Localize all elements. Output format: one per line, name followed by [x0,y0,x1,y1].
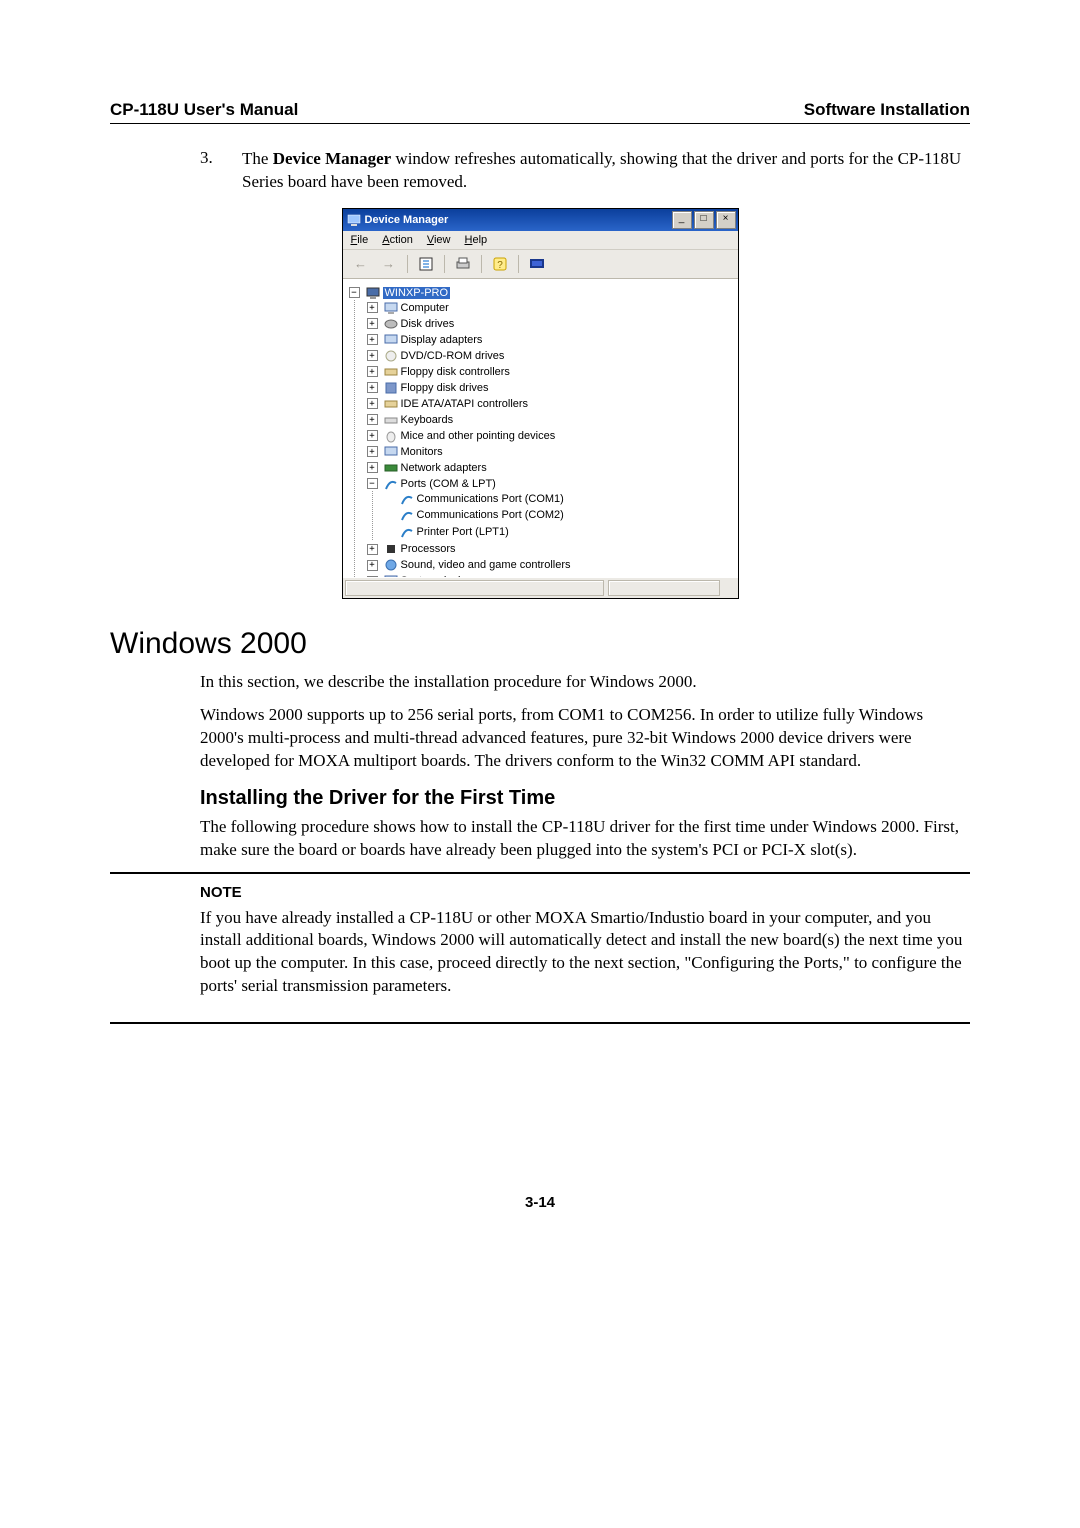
tree-item-disk[interactable]: +Disk drives [367,317,455,331]
toolbar: ← → ? [343,250,738,279]
tree-item-com2[interactable]: Communications Port (COM2) [385,508,564,522]
ports-icon [384,477,398,491]
computer-icon [384,301,398,315]
tree-item-system[interactable]: +System devices [367,574,478,577]
monitor-device-icon [384,445,398,459]
svg-text:?: ? [497,260,503,271]
port-icon [400,525,414,539]
step-text: The Device Manager window refreshes auto… [242,148,970,194]
network-icon [384,461,398,475]
page-number: 3-14 [110,1194,970,1211]
tree-item-network[interactable]: +Network adapters [367,461,487,475]
disk-icon [384,317,398,331]
tree-item-floppy-drives[interactable]: +Floppy disk drives [367,381,489,395]
ide-icon [384,397,398,411]
system-icon [384,574,398,577]
monitor-icon [347,213,361,227]
para-1: In this section, we describe the install… [200,671,970,694]
step-3: 3. The Device Manager window refreshes a… [200,148,970,194]
note-text: If you have already installed a CP-118U … [200,907,970,999]
tree-item-mice[interactable]: +Mice and other pointing devices [367,429,556,443]
keyboard-icon [384,413,398,427]
tree-item-computer[interactable]: +Computer [367,301,449,315]
processor-icon [384,542,398,556]
subsection-title: Installing the Driver for the First Time [200,787,970,810]
tree-item-lpt1[interactable]: Printer Port (LPT1) [385,525,509,539]
menubar: File Action View Help [343,231,738,250]
minimize-button[interactable]: _ [672,211,692,229]
step-number: 3. [200,148,242,194]
tree-item-floppy-controllers[interactable]: +Floppy disk controllers [367,365,510,379]
close-button[interactable]: × [716,211,736,229]
tree-item-dvd[interactable]: +DVD/CD-ROM drives [367,349,505,363]
computer-root-icon [366,286,380,300]
note-block: NOTE If you have already installed a CP-… [110,872,970,1025]
tree-item-ide[interactable]: +IDE ATA/ATAPI controllers [367,397,529,411]
page-header: CP-118U User's Manual Software Installat… [110,100,970,124]
tree-item-processors[interactable]: +Processors [367,542,456,556]
menu-file[interactable]: File [351,234,369,246]
tree-item-sound[interactable]: +Sound, video and game controllers [367,558,571,572]
print-icon[interactable] [451,253,475,275]
properties-icon[interactable] [414,253,438,275]
statusbar [343,577,738,598]
device-manager-window: Device Manager _ □ × File Action View He… [342,208,739,599]
mouse-icon [384,429,398,443]
menu-view[interactable]: View [427,234,451,246]
port-icon [400,492,414,506]
header-left: CP-118U User's Manual [110,100,298,120]
floppy-icon [384,381,398,395]
tree-item-ports[interactable]: −Ports (COM & LPT) [367,477,496,491]
tree-item-display[interactable]: +Display adapters [367,333,483,347]
maximize-button[interactable]: □ [694,211,714,229]
para-2: Windows 2000 supports up to 256 serial p… [200,704,970,773]
para-3: The following procedure shows how to ins… [200,816,970,862]
tree-item-monitors[interactable]: +Monitors [367,445,443,459]
forward-button: → [377,253,401,275]
back-button: ← [349,253,373,275]
display-icon [384,333,398,347]
tree-item-keyboards[interactable]: +Keyboards [367,413,454,427]
window-title: Device Manager [365,214,672,226]
scan-icon[interactable] [525,253,549,275]
note-label: NOTE [200,884,970,901]
menu-help[interactable]: Help [465,234,488,246]
header-right: Software Installation [804,100,970,120]
menu-action[interactable]: Action [382,234,413,246]
section-title: Windows 2000 [110,627,970,661]
tree-root[interactable]: − WINXP-PRO [349,286,451,300]
collapse-icon[interactable]: − [349,287,360,298]
sound-icon [384,558,398,572]
port-icon [400,508,414,522]
controller-icon [384,365,398,379]
titlebar[interactable]: Device Manager _ □ × [343,209,738,231]
tree-item-com1[interactable]: Communications Port (COM1) [385,492,564,506]
help-icon[interactable]: ? [488,253,512,275]
dvd-icon [384,349,398,363]
device-tree[interactable]: − WINXP-PRO +Computer +Disk drives +Disp… [343,279,738,577]
